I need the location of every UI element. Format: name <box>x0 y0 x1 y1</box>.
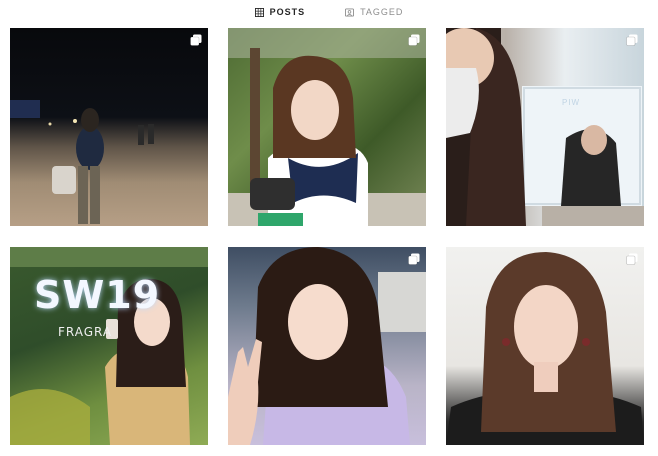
post-photo <box>10 100 154 224</box>
carousel-icon <box>190 34 202 46</box>
post-thumbnail[interactable] <box>10 28 208 226</box>
post-thumbnail[interactable] <box>228 247 426 445</box>
post-grid: PIW SW19 FRAGRA <box>0 0 658 456</box>
sign-text: SW19 <box>34 273 161 317</box>
sign-subtext: FRAGRA <box>58 325 113 339</box>
store-screen-text: PIW <box>562 98 581 107</box>
carousel-icon <box>408 253 420 265</box>
post-thumbnail[interactable]: SW19 FRAGRA <box>10 247 208 445</box>
post-photo <box>228 28 426 226</box>
post-thumbnail[interactable] <box>446 247 644 445</box>
post-photo <box>446 252 644 445</box>
post-thumbnail[interactable] <box>228 28 426 226</box>
post-photo <box>446 28 644 226</box>
carousel-icon <box>626 253 638 265</box>
carousel-icon <box>408 34 420 46</box>
post-photo <box>228 247 426 445</box>
post-thumbnail[interactable]: PIW <box>446 28 644 226</box>
carousel-icon <box>626 34 638 46</box>
